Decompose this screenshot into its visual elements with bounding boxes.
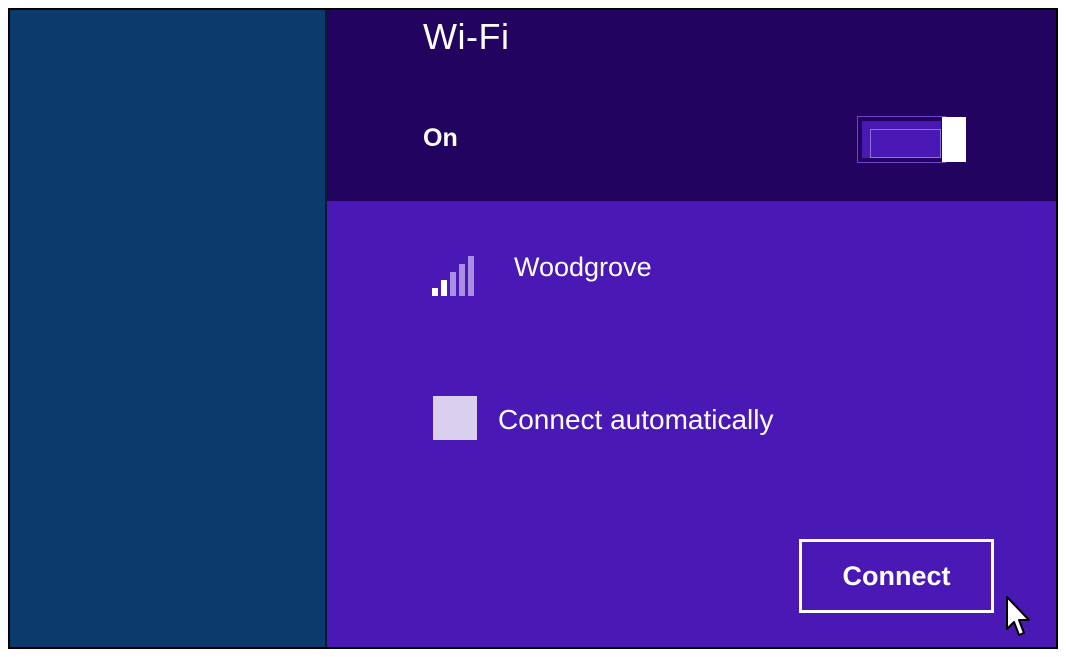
toggle-track — [857, 116, 946, 163]
wifi-title: Wi-Fi — [423, 16, 510, 57]
connect-automatically-checkbox[interactable] — [433, 396, 477, 440]
connect-button[interactable]: Connect — [799, 539, 994, 613]
wifi-toggle-switch[interactable] — [857, 116, 975, 163]
mouse-pointer-icon — [1006, 596, 1030, 636]
wifi-signal-icon — [432, 256, 474, 296]
toggle-thumb[interactable] — [942, 117, 966, 162]
network-name: Woodgrove — [514, 252, 652, 282]
connect-automatically-label: Connect automatically — [498, 404, 774, 435]
wifi-toggle-label: On — [423, 124, 458, 152]
network-charm-panel: Wi-Fi On Woodgrove Connect automatically — [327, 10, 1056, 647]
network-item-woodgrove[interactable]: Woodgrove — [431, 246, 731, 302]
screen-frame: Wi-Fi On Woodgrove Connect automatically — [8, 8, 1058, 649]
toggle-fill — [870, 129, 941, 158]
connect-automatically-option[interactable]: Connect automatically — [433, 396, 853, 446]
desktop-background-pane — [10, 10, 325, 647]
wifi-header: Wi-Fi On — [327, 10, 1056, 201]
